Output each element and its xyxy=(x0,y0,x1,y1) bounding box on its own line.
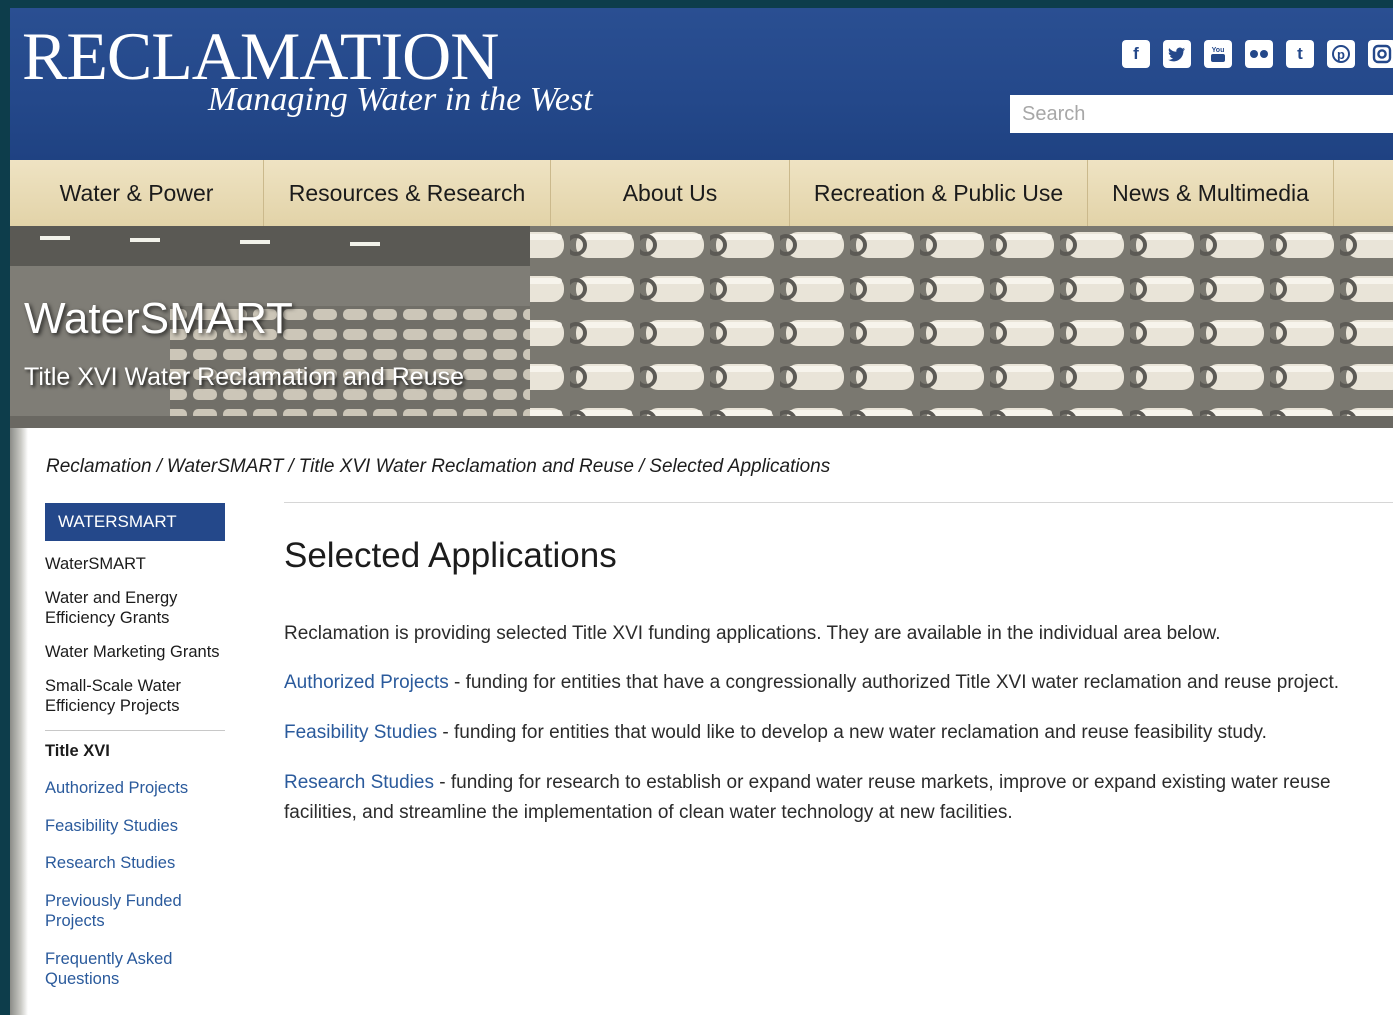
youtube-icon[interactable]: You xyxy=(1204,40,1232,68)
instagram-icon[interactable] xyxy=(1368,40,1393,68)
sidebar-item-feasibility-studies[interactable]: Feasibility Studies xyxy=(45,816,225,836)
facebook-icon[interactable]: f xyxy=(1122,40,1150,68)
sidebar-heading[interactable]: WATERSMART xyxy=(45,503,225,541)
sidebar-item-water-energy-grants[interactable]: Water and Energy Efficiency Grants xyxy=(45,588,225,628)
sidebar-item-previously-funded[interactable]: Previously Funded Projects xyxy=(45,891,225,931)
banner-title: WaterSMART xyxy=(24,294,293,343)
breadcrumb-current: Selected Applications xyxy=(649,456,831,477)
twitter-icon[interactable] xyxy=(1163,40,1191,68)
intro-paragraph: Reclamation is providing selected Title … xyxy=(284,623,1221,644)
nav-item-about-us[interactable]: About Us xyxy=(551,160,790,226)
breadcrumb-separator: / xyxy=(156,456,162,477)
social-links: f You t p xyxy=(1122,40,1393,68)
breadcrumb-reclamation[interactable]: Reclamation xyxy=(46,456,152,478)
breadcrumb-title-xvi[interactable]: Title XVI Water Reclamation and Reuse xyxy=(299,456,634,478)
breadcrumb-watersmart[interactable]: WaterSMART xyxy=(167,456,284,478)
list-item: Authorized Projects - funding for entiti… xyxy=(284,668,1393,698)
site-header: RECLAMATION Managing Water in the West f… xyxy=(10,8,1393,160)
list-item-description: - funding for research to establish or e… xyxy=(284,772,1331,823)
left-edge-decoration xyxy=(10,428,28,1015)
authorized-projects-link[interactable]: Authorized Projects xyxy=(284,672,449,693)
content-divider xyxy=(284,502,1393,503)
breadcrumb: Reclamation / WaterSMART / Title XVI Wat… xyxy=(46,456,830,478)
sidebar: WATERSMART WaterSMART Water and Energy E… xyxy=(45,503,225,989)
sidebar-item-small-scale-projects[interactable]: Small-Scale Water Efficiency Projects xyxy=(45,676,225,716)
search-input[interactable] xyxy=(1010,95,1393,133)
nav-item-resources-research[interactable]: Resources & Research xyxy=(264,160,551,226)
site-logo-tagline[interactable]: Managing Water in the West xyxy=(208,78,593,122)
banner-subtitle: Title XVI Water Reclamation and Reuse xyxy=(24,363,465,391)
sidebar-item-research-studies[interactable]: Research Studies xyxy=(45,853,225,873)
pinterest-icon[interactable]: p xyxy=(1327,40,1355,68)
tumblr-icon[interactable]: t xyxy=(1286,40,1314,68)
sidebar-item-water-marketing-grants[interactable]: Water Marketing Grants xyxy=(45,642,225,662)
feasibility-studies-link[interactable]: Feasibility Studies xyxy=(284,722,437,743)
sidebar-item-authorized-projects[interactable]: Authorized Projects xyxy=(45,778,225,798)
list-item: Feasibility Studies - funding for entiti… xyxy=(284,718,1393,748)
breadcrumb-separator: / xyxy=(638,456,645,477)
list-item-description: - funding for entities that would like t… xyxy=(437,722,1267,743)
sidebar-divider xyxy=(45,730,225,731)
sidebar-item-watersmart[interactable]: WaterSMART xyxy=(45,554,225,574)
nav-item-news-multimedia[interactable]: News & Multimedia xyxy=(1088,160,1334,226)
svg-text:You: You xyxy=(1212,47,1225,54)
breadcrumb-separator: / xyxy=(288,456,294,477)
svg-text:p: p xyxy=(1337,47,1345,62)
nav-item-water-power[interactable]: Water & Power xyxy=(10,160,264,226)
sidebar-item-faq[interactable]: Frequently Asked Questions xyxy=(45,949,225,989)
research-studies-link[interactable]: Research Studies xyxy=(284,772,434,793)
list-item-description: - funding for entities that have a congr… xyxy=(448,672,1340,693)
hero-banner: WaterSMART Title XVI Water Reclamation a… xyxy=(10,226,1393,428)
nav-item-recreation-public-use[interactable]: Recreation & Public Use xyxy=(790,160,1088,226)
sidebar-section-title: Title XVI xyxy=(45,742,110,760)
main-nav: Water & Power Resources & Research About… xyxy=(10,160,1393,227)
flickr-icon[interactable] xyxy=(1245,40,1273,68)
page-title: Selected Applications xyxy=(284,536,617,575)
page: RECLAMATION Managing Water in the West f… xyxy=(10,8,1393,1015)
list-item: Research Studies - funding for research … xyxy=(284,768,1393,828)
